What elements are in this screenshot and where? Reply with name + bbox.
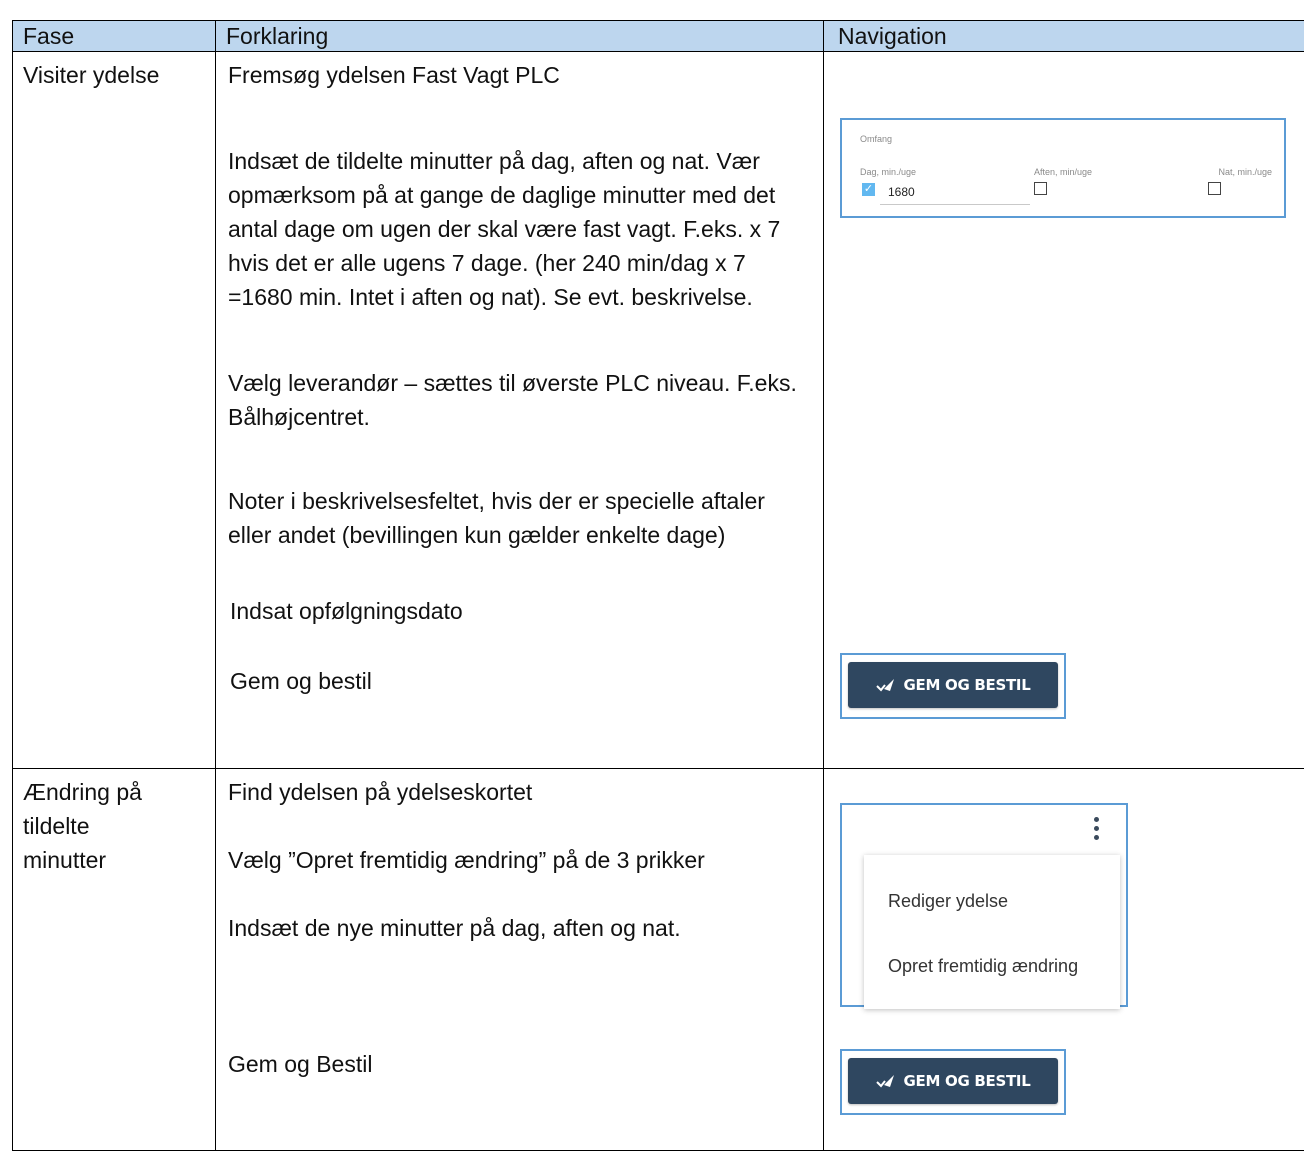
step-text: Vælg ”Opret fremtidig ændring” på de 3 p… [228, 846, 705, 873]
instruction-table: Fase Forklaring Navigation Visiter ydels… [12, 19, 1304, 1151]
aften-label: Aften, min/uge [1034, 167, 1093, 178]
button-label: GEM OG BESTIL [903, 676, 1031, 695]
header-row: Fase Forklaring Navigation [12, 19, 1304, 53]
step-text: Fremsøg ydelsen Fast Vagt PLC [228, 62, 560, 89]
omfang-screenshot: Omfang Dag, min./uge Aften, min/uge Nat,… [840, 118, 1286, 219]
send-check-icon [875, 1072, 896, 1090]
phase-text: Ændring på tildelte minutter [23, 778, 142, 873]
menu-item-rediger[interactable]: Rediger ydelse [888, 891, 1008, 912]
more-vert-icon[interactable] [1094, 816, 1100, 841]
menu-screenshot: Rediger ydelse Opret fremtidig ændring [840, 802, 1128, 1009]
button-label: GEM OG BESTIL [903, 1071, 1031, 1090]
step-text: Noter i beskrivelsesfeltet, hvis der er … [228, 488, 765, 549]
step-text: Indsat opfølgningsdato [230, 598, 463, 625]
gem-og-bestil-screenshot: GEM OG BESTIL [840, 653, 1066, 720]
header-forklaring: Forklaring [215, 19, 824, 53]
phase-text: Visiter ydelse [23, 62, 160, 89]
menu-item-opret-fremtidig-aendring[interactable]: Opret fremtidig ændring [888, 956, 1078, 977]
send-check-icon [875, 676, 896, 694]
step-text: Find ydelsen på ydelseskortet [228, 778, 533, 805]
navigation-cell: Omfang Dag, min./uge Aften, min/uge Nat,… [823, 51, 1304, 769]
context-menu: Rediger ydelse Opret fremtidig ændring [864, 854, 1120, 1009]
header-navigation: Navigation [823, 19, 1304, 53]
nat-checkbox[interactable] [1208, 182, 1221, 196]
explanation-cell: Fremsøg ydelsen Fast Vagt PLC Indsæt de … [215, 51, 824, 769]
table-row: Ændring på tildelte minutter Find ydelse… [12, 767, 1304, 1151]
step-text: Indsæt de nye minutter på dag, aften og … [228, 914, 681, 941]
header-fase: Fase [12, 19, 216, 53]
step-text: Indsæt de tildelte minutter på dag, afte… [228, 148, 781, 311]
phase-cell: Ændring på tildelte minutter [12, 767, 216, 1151]
step-text: Gem og bestil [230, 668, 372, 695]
step-text: Vælg leverandør – sættes til øverste PLC… [228, 370, 797, 431]
phase-cell: Visiter ydelse [12, 51, 216, 769]
dag-value[interactable]: 1680 [888, 185, 915, 199]
dag-checkbox[interactable]: ✓ [862, 183, 875, 197]
omfang-title: Omfang [860, 134, 893, 145]
navigation-cell: Rediger ydelse Opret fremtidig ændring G… [823, 767, 1304, 1151]
table-row: Visiter ydelse Fremsøg ydelsen Fast Vagt… [12, 51, 1304, 769]
gem-og-bestil-button[interactable]: GEM OG BESTIL [848, 662, 1058, 709]
nat-label: Nat, min./uge [1218, 167, 1272, 178]
aften-checkbox[interactable] [1034, 182, 1047, 196]
gem-og-bestil-screenshot: GEM OG BESTIL [840, 1048, 1066, 1115]
explanation-cell: Find ydelsen på ydelseskortet Vælg ”Opre… [215, 767, 824, 1151]
dag-label: Dag, min./uge [860, 167, 917, 178]
dag-underline [880, 204, 1030, 206]
gem-og-bestil-button[interactable]: GEM OG BESTIL [848, 1057, 1058, 1104]
step-text: Gem og Bestil [228, 1050, 373, 1077]
